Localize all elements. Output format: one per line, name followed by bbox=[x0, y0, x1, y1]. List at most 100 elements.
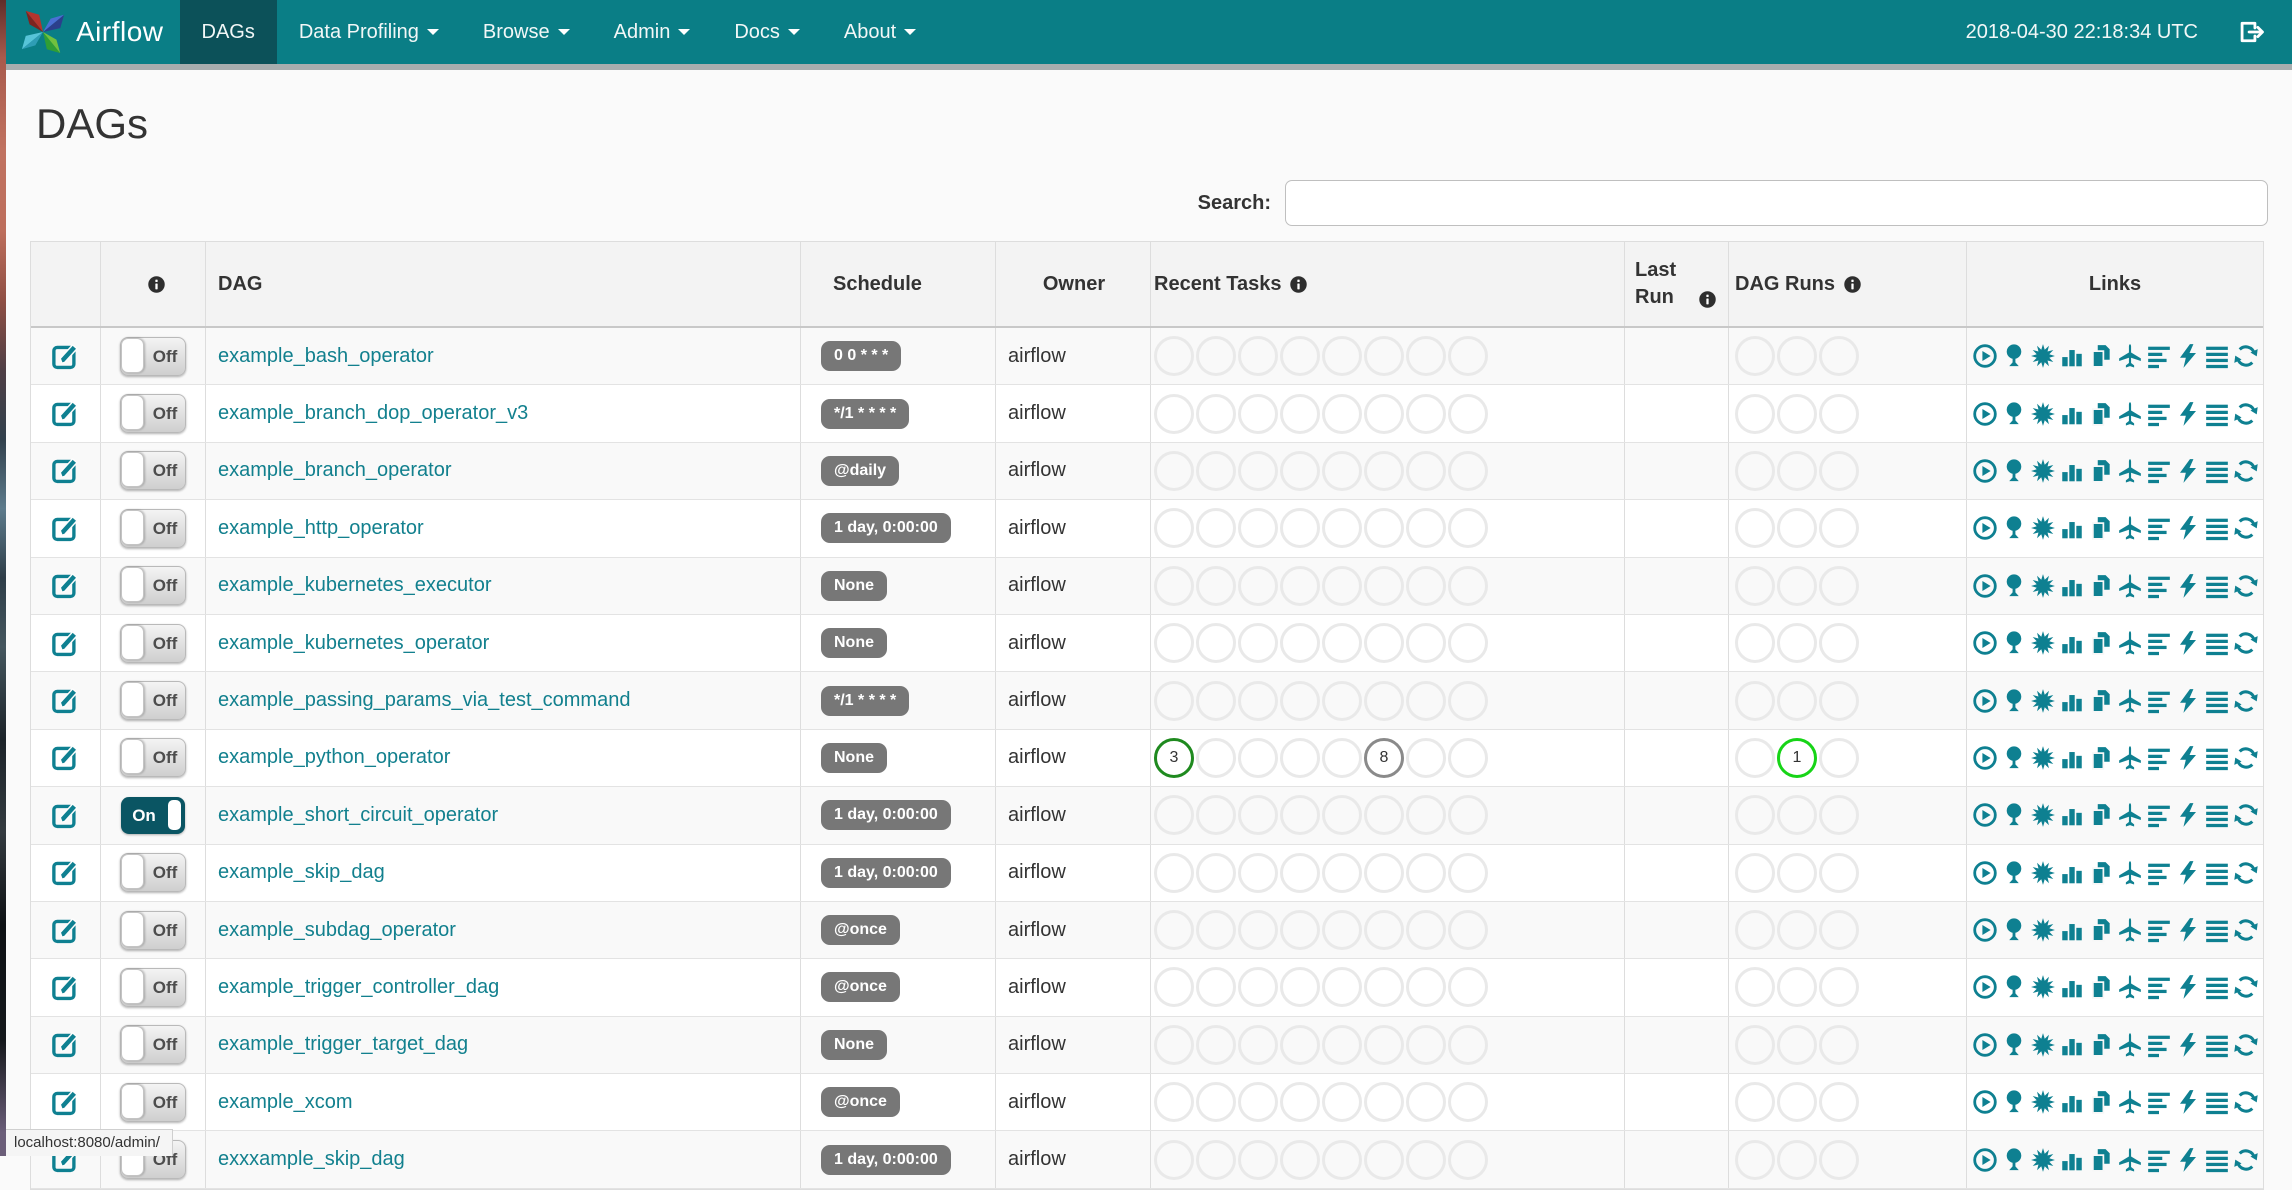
task-state-circle[interactable] bbox=[1196, 336, 1236, 377]
refresh-icon[interactable] bbox=[2233, 630, 2259, 656]
logs-icon[interactable] bbox=[2204, 1147, 2230, 1173]
refresh-icon[interactable] bbox=[2233, 802, 2259, 828]
dag-pause-toggle[interactable]: Off bbox=[120, 1025, 186, 1065]
task-state-circle[interactable] bbox=[1154, 1024, 1194, 1065]
task-state-circle[interactable] bbox=[1154, 336, 1194, 377]
code-view-icon[interactable] bbox=[2175, 1032, 2201, 1058]
task-state-circle[interactable] bbox=[1322, 1024, 1362, 1065]
refresh-icon[interactable] bbox=[2233, 515, 2259, 541]
gantt-view-icon[interactable] bbox=[2146, 745, 2172, 771]
logs-icon[interactable] bbox=[2204, 401, 2230, 427]
dag-run-circle[interactable] bbox=[1735, 508, 1775, 549]
logs-icon[interactable] bbox=[2204, 917, 2230, 943]
schedule-badge[interactable]: None bbox=[821, 742, 887, 773]
landing-times-icon[interactable] bbox=[2117, 974, 2143, 1000]
edit-dag-icon[interactable] bbox=[50, 398, 81, 429]
task-state-circle[interactable] bbox=[1154, 1139, 1194, 1180]
edit-dag-icon[interactable] bbox=[50, 570, 81, 601]
task-state-circle[interactable] bbox=[1280, 680, 1320, 721]
dag-run-circle[interactable] bbox=[1819, 450, 1859, 491]
schedule-badge[interactable]: @once bbox=[821, 915, 900, 946]
task-duration-icon[interactable] bbox=[2059, 630, 2085, 656]
dag-run-circle[interactable] bbox=[1777, 623, 1817, 664]
task-state-circle[interactable] bbox=[1406, 450, 1446, 491]
task-state-circle[interactable] bbox=[1196, 508, 1236, 549]
dag-name-link[interactable]: example_kubernetes_executor bbox=[218, 574, 492, 597]
gantt-view-icon[interactable] bbox=[2146, 458, 2172, 484]
logs-icon[interactable] bbox=[2204, 688, 2230, 714]
graph-view-icon[interactable] bbox=[2030, 573, 2056, 599]
task-state-circle[interactable] bbox=[1154, 565, 1194, 606]
task-state-circle[interactable] bbox=[1364, 393, 1404, 434]
landing-times-icon[interactable] bbox=[2117, 917, 2143, 943]
task-state-circle[interactable] bbox=[1238, 910, 1278, 951]
task-tries-icon[interactable] bbox=[2088, 974, 2114, 1000]
edit-dag-icon[interactable] bbox=[50, 1087, 81, 1118]
task-state-circle[interactable] bbox=[1154, 680, 1194, 721]
task-state-circle[interactable] bbox=[1364, 623, 1404, 664]
gantt-view-icon[interactable] bbox=[2146, 917, 2172, 943]
trigger-dag-icon[interactable] bbox=[1972, 515, 1998, 541]
schedule-badge[interactable]: */1 * * * * bbox=[821, 398, 910, 429]
dag-run-circle[interactable] bbox=[1777, 450, 1817, 491]
code-view-icon[interactable] bbox=[2175, 974, 2201, 1000]
trigger-dag-icon[interactable] bbox=[1972, 974, 1998, 1000]
dag-run-circle[interactable] bbox=[1735, 967, 1775, 1008]
dag-run-circle[interactable] bbox=[1735, 910, 1775, 951]
task-state-circle[interactable] bbox=[1280, 1024, 1320, 1065]
task-state-circle[interactable] bbox=[1280, 1139, 1320, 1180]
code-view-icon[interactable] bbox=[2175, 573, 2201, 599]
trigger-dag-icon[interactable] bbox=[1972, 630, 1998, 656]
dag-run-circle[interactable] bbox=[1735, 680, 1775, 721]
code-view-icon[interactable] bbox=[2175, 343, 2201, 369]
graph-view-icon[interactable] bbox=[2030, 1147, 2056, 1173]
refresh-icon[interactable] bbox=[2233, 1147, 2259, 1173]
dag-name-link[interactable]: example_short_circuit_operator bbox=[218, 804, 498, 827]
logs-icon[interactable] bbox=[2204, 1032, 2230, 1058]
brand-link[interactable]: Airflow bbox=[6, 0, 180, 64]
task-state-circle[interactable] bbox=[1196, 450, 1236, 491]
task-state-circle[interactable] bbox=[1238, 737, 1278, 778]
refresh-icon[interactable] bbox=[2233, 343, 2259, 369]
task-tries-icon[interactable] bbox=[2088, 917, 2114, 943]
task-state-circle[interactable] bbox=[1238, 967, 1278, 1008]
trigger-dag-icon[interactable] bbox=[1972, 401, 1998, 427]
task-state-circle[interactable] bbox=[1322, 336, 1362, 377]
task-duration-icon[interactable] bbox=[2059, 917, 2085, 943]
edit-dag-icon[interactable] bbox=[50, 857, 81, 888]
code-view-icon[interactable] bbox=[2175, 1147, 2201, 1173]
dag-run-circle[interactable] bbox=[1819, 852, 1859, 893]
tree-view-icon[interactable] bbox=[2001, 515, 2027, 541]
dag-name-link[interactable]: example_skip_dag bbox=[218, 861, 385, 884]
task-state-circle[interactable] bbox=[1280, 967, 1320, 1008]
task-state-circle[interactable] bbox=[1238, 1082, 1278, 1123]
tree-view-icon[interactable] bbox=[2001, 401, 2027, 427]
task-duration-icon[interactable] bbox=[2059, 515, 2085, 541]
code-view-icon[interactable] bbox=[2175, 458, 2201, 484]
task-state-circle[interactable] bbox=[1364, 1024, 1404, 1065]
dag-run-circle[interactable] bbox=[1777, 1139, 1817, 1180]
task-state-circle[interactable] bbox=[1280, 852, 1320, 893]
dag-run-circle[interactable] bbox=[1735, 1024, 1775, 1065]
edit-dag-icon[interactable] bbox=[50, 742, 81, 773]
edit-dag-icon[interactable] bbox=[50, 800, 81, 831]
task-state-circle[interactable] bbox=[1196, 393, 1236, 434]
task-state-circle[interactable] bbox=[1238, 393, 1278, 434]
tree-view-icon[interactable] bbox=[2001, 745, 2027, 771]
task-state-circle[interactable]: 8 bbox=[1364, 737, 1404, 778]
dag-run-circle[interactable] bbox=[1735, 336, 1775, 377]
graph-view-icon[interactable] bbox=[2030, 974, 2056, 1000]
task-state-circle[interactable] bbox=[1196, 1024, 1236, 1065]
task-state-circle[interactable] bbox=[1196, 852, 1236, 893]
task-state-circle[interactable] bbox=[1196, 680, 1236, 721]
dag-pause-toggle[interactable]: Off bbox=[120, 738, 186, 778]
task-state-circle[interactable] bbox=[1448, 795, 1488, 836]
tree-view-icon[interactable] bbox=[2001, 917, 2027, 943]
dag-name-link[interactable]: example_passing_params_via_test_command bbox=[218, 689, 630, 712]
landing-times-icon[interactable] bbox=[2117, 1032, 2143, 1058]
task-state-circle[interactable] bbox=[1238, 508, 1278, 549]
task-state-circle[interactable] bbox=[1238, 680, 1278, 721]
schedule-badge[interactable]: @daily bbox=[821, 455, 900, 486]
nav-item[interactable]: Browse bbox=[461, 0, 592, 64]
logs-icon[interactable] bbox=[2204, 802, 2230, 828]
